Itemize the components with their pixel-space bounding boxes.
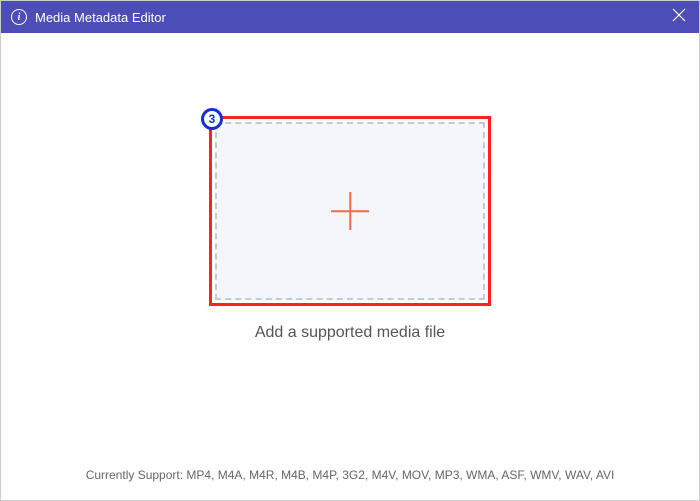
close-icon[interactable]: [669, 8, 689, 27]
step-badge: 3: [201, 108, 223, 130]
title-bar: i Media Metadata Editor: [1, 1, 699, 33]
dropzone-wrapper: 3: [211, 118, 489, 304]
plus-icon: [331, 192, 369, 230]
info-icon: i: [11, 9, 27, 25]
app-window: i Media Metadata Editor 3 Add a supporte…: [0, 0, 700, 501]
content-area: 3 Add a supported media file Currently S…: [1, 33, 699, 500]
dropzone-label: Add a supported media file: [255, 324, 445, 342]
window-title: Media Metadata Editor: [35, 10, 669, 25]
supported-formats-text: Currently Support: MP4, M4A, M4R, M4B, M…: [1, 468, 699, 482]
add-media-dropzone[interactable]: [215, 122, 485, 300]
